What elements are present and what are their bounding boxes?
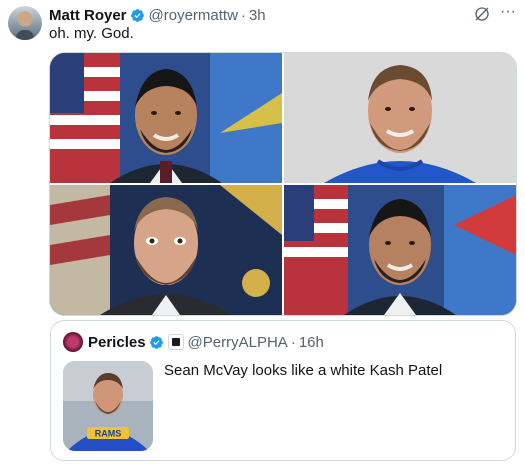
tweet-text: oh. my. God. [49,25,134,42]
media-grid [49,52,517,316]
quoted-author-name[interactable]: Pericles [88,334,146,351]
author-avatar[interactable] [8,6,42,40]
verified-badge-icon [130,8,144,22]
separator-dot: · [290,333,296,351]
quoted-author-handle[interactable]: @PerryALPHA [188,334,288,351]
timestamp[interactable]: 3h [249,7,266,24]
quoted-media-thumbnail[interactable]: RAMS [63,361,153,451]
quoted-header: Pericles @PerryALPHA · 16h [88,333,324,351]
separator-dot: · [240,6,246,24]
grok-icon[interactable] [473,5,491,23]
quoted-text: Sean McVay looks like a white Kash Patel [164,362,443,379]
author-name[interactable]: Matt Royer [49,7,127,24]
quoted-timestamp[interactable]: 16h [299,334,324,351]
thumb-caption: RAMS [95,429,122,439]
more-icon[interactable]: ··· [498,3,518,23]
photo-4[interactable] [284,185,516,315]
author-handle[interactable]: @royermattw [149,7,238,24]
verified-badge-icon [149,335,163,349]
affiliation-badge-icon [167,334,184,350]
quoted-tweet[interactable]: Pericles @PerryALPHA · 16h RAMS Sean McV… [50,320,516,461]
photo-1[interactable] [50,53,282,183]
photo-3[interactable] [50,185,282,315]
photo-2[interactable] [284,53,516,183]
tweet-header: Matt Royer @royermattw · 3h [49,6,266,24]
quoted-author-avatar[interactable] [63,332,83,352]
